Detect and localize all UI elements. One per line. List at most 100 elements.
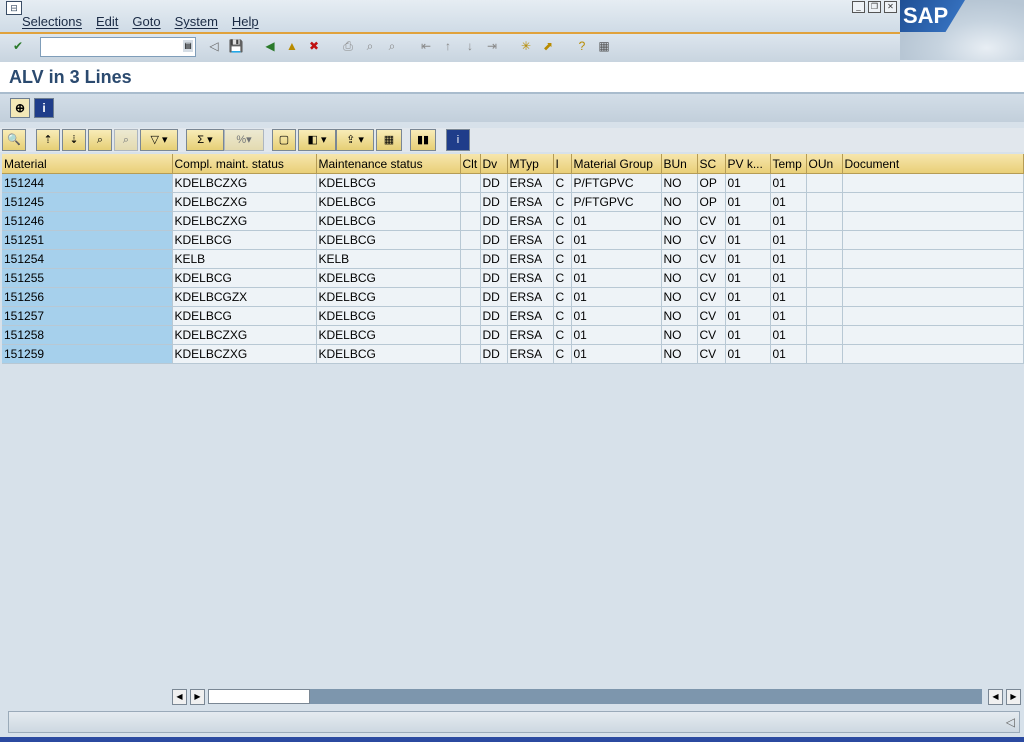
table-cell[interactable]: [460, 173, 481, 193]
table-cell[interactable]: 01: [770, 325, 807, 345]
table-cell[interactable]: DD: [480, 306, 508, 326]
table-cell[interactable]: C: [553, 173, 572, 193]
status-expand-icon[interactable]: ◁: [1006, 715, 1015, 729]
table-cell[interactable]: ERSA: [507, 249, 554, 269]
info-icon[interactable]: i: [446, 129, 470, 151]
table-cell[interactable]: 01: [770, 344, 807, 364]
table-cell[interactable]: 01: [725, 230, 771, 250]
table-row[interactable]: 151258 KDELBCZXG KDELBCG DD ERSA C 01 NO CV 01 01: [2, 325, 1024, 345]
table-cell[interactable]: ERSA: [507, 268, 554, 288]
table-cell[interactable]: C: [553, 211, 572, 231]
layout-icon[interactable]: ▦: [596, 38, 612, 54]
cancel-icon[interactable]: ✖: [306, 38, 322, 54]
table-cell[interactable]: 151259: [2, 344, 173, 364]
table-cell[interactable]: 01: [725, 268, 771, 288]
table-cell[interactable]: NO: [661, 173, 698, 193]
table-cell[interactable]: 01: [571, 211, 662, 231]
column-header[interactable]: BUn: [661, 154, 698, 174]
column-header[interactable]: PV k...: [725, 154, 771, 174]
table-row[interactable]: 151256 KDELBCGZX KDELBCG DD ERSA C 01 NO CV 01 01: [2, 287, 1024, 307]
table-cell[interactable]: KDELBCGZX: [172, 287, 317, 307]
table-cell[interactable]: [842, 306, 1024, 326]
table-cell[interactable]: [842, 325, 1024, 345]
menu-item-selections[interactable]: Selections: [22, 14, 82, 29]
scroll-left-icon[interactable]: ◀: [172, 689, 187, 705]
table-cell[interactable]: CV: [697, 230, 726, 250]
table-row[interactable]: 151254 KELB KELB DD ERSA C 01 NO CV 01 01: [2, 249, 1024, 269]
table-cell[interactable]: ERSA: [507, 192, 554, 212]
find-next-icon[interactable]: ⌕: [384, 38, 400, 54]
table-cell[interactable]: [460, 211, 481, 231]
menu-item-system[interactable]: System: [175, 14, 218, 29]
table-cell[interactable]: DD: [480, 173, 508, 193]
table-cell[interactable]: 151245: [2, 192, 173, 212]
table-cell[interactable]: 151255: [2, 268, 173, 288]
table-cell[interactable]: C: [553, 230, 572, 250]
table-cell[interactable]: [460, 268, 481, 288]
column-header[interactable]: SC: [697, 154, 726, 174]
table-cell[interactable]: [460, 192, 481, 212]
table-cell[interactable]: [460, 230, 481, 250]
table-cell[interactable]: NO: [661, 344, 698, 364]
table-cell[interactable]: [460, 249, 481, 269]
table-cell[interactable]: NO: [661, 306, 698, 326]
table-cell[interactable]: 01: [770, 249, 807, 269]
table-cell[interactable]: CV: [697, 249, 726, 269]
back-icon[interactable]: ◁: [206, 38, 222, 54]
table-cell[interactable]: CV: [697, 211, 726, 231]
table-cell[interactable]: C: [553, 192, 572, 212]
table-cell[interactable]: 01: [770, 306, 807, 326]
table-cell[interactable]: [806, 211, 843, 231]
sort-ascending-icon[interactable]: ⇡: [36, 129, 60, 151]
export-icon[interactable]: ⇪ ▾: [336, 129, 374, 151]
table-cell[interactable]: 01: [770, 287, 807, 307]
table-cell[interactable]: 01: [725, 344, 771, 364]
table-cell[interactable]: [842, 173, 1024, 193]
window-menu-icon[interactable]: ⊟: [6, 1, 22, 15]
execute-icon[interactable]: ⊕: [10, 98, 30, 118]
table-cell[interactable]: [842, 192, 1024, 212]
table-cell[interactable]: [806, 268, 843, 288]
table-cell[interactable]: [806, 287, 843, 307]
scroll-right-icon[interactable]: ▶: [190, 689, 205, 705]
table-cell[interactable]: 01: [725, 249, 771, 269]
last-page-icon[interactable]: ⇥: [484, 38, 500, 54]
table-cell[interactable]: P/FTGPVC: [571, 192, 662, 212]
graphic-icon[interactable]: ▮▮: [410, 129, 436, 151]
table-cell[interactable]: 01: [571, 268, 662, 288]
table-cell[interactable]: CV: [697, 306, 726, 326]
table-cell[interactable]: KDELBCG: [316, 230, 461, 250]
table-cell[interactable]: KDELBCZXG: [172, 211, 317, 231]
table-cell[interactable]: ERSA: [507, 325, 554, 345]
table-cell[interactable]: DD: [480, 268, 508, 288]
table-cell[interactable]: ERSA: [507, 211, 554, 231]
command-field[interactable]: ▤: [40, 37, 196, 57]
table-cell[interactable]: NO: [661, 211, 698, 231]
table-cell[interactable]: ERSA: [507, 287, 554, 307]
table-row[interactable]: 151246 KDELBCZXG KDELBCG DD ERSA C 01 NO CV 01 01: [2, 211, 1024, 231]
table-cell[interactable]: 01: [571, 306, 662, 326]
shortcut-icon[interactable]: ⬈: [540, 38, 556, 54]
column-header[interactable]: Material Group: [571, 154, 662, 174]
command-dropdown-icon[interactable]: ▤: [183, 40, 193, 52]
table-cell[interactable]: CV: [697, 344, 726, 364]
table-cell[interactable]: ERSA: [507, 173, 554, 193]
create-session-icon[interactable]: ✳: [518, 38, 534, 54]
table-cell[interactable]: CV: [697, 325, 726, 345]
table-cell[interactable]: 01: [571, 230, 662, 250]
table-cell[interactable]: 01: [571, 249, 662, 269]
table-cell[interactable]: [460, 344, 481, 364]
next-page-icon[interactable]: ↓: [462, 38, 478, 54]
table-cell[interactable]: KDELBCG: [316, 192, 461, 212]
table-cell[interactable]: NO: [661, 325, 698, 345]
table-cell[interactable]: DD: [480, 287, 508, 307]
table-cell[interactable]: NO: [661, 230, 698, 250]
table-cell[interactable]: KDELBCG: [316, 268, 461, 288]
table-cell[interactable]: 01: [725, 173, 771, 193]
table-cell[interactable]: C: [553, 344, 572, 364]
table-row[interactable]: 151255 KDELBCG KDELBCG DD ERSA C 01 NO CV 01 01: [2, 268, 1024, 288]
table-cell[interactable]: ERSA: [507, 344, 554, 364]
table-row[interactable]: 151244 KDELBCZXG KDELBCG DD ERSA C P/FTGPVC NO O…: [2, 173, 1024, 193]
table-cell[interactable]: KDELBCG: [316, 211, 461, 231]
subtotal-icon[interactable]: %▾: [224, 129, 264, 151]
